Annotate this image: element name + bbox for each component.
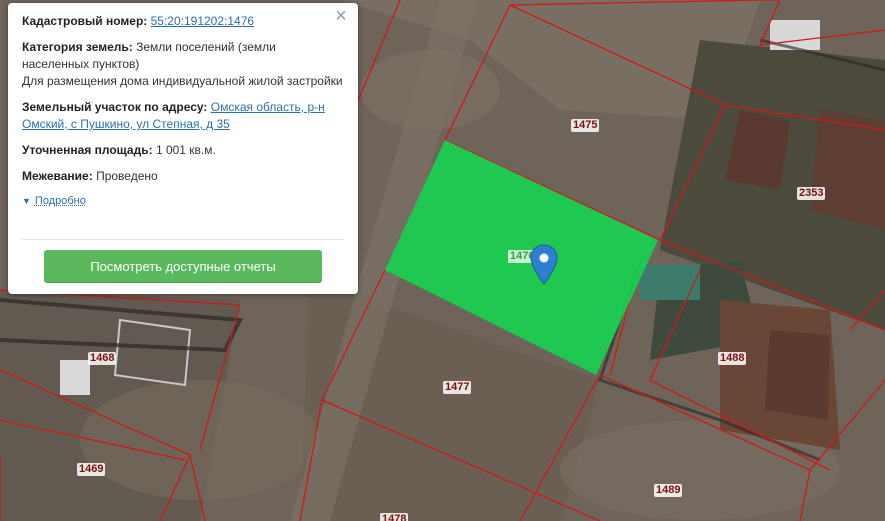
- details-link-label: Подробно: [34, 195, 86, 207]
- view-reports-button[interactable]: Посмотреть доступные отчеты: [44, 250, 322, 283]
- triangle-down-icon: ▼: [22, 196, 31, 206]
- area-label: Уточненная площадь:: [22, 143, 153, 157]
- parcel-info-popup: × Кадастровый номер: 55:20:191202:1476 К…: [8, 3, 358, 294]
- permitted-use-value: Для размещения дома индивидуальной жилой…: [22, 74, 343, 88]
- category-row: Категория земель: Земли поселений (земли…: [22, 39, 344, 73]
- parcel-label-1468: 1468: [88, 352, 117, 365]
- category-label: Категория земель:: [22, 40, 133, 54]
- survey-label: Межевание:: [22, 169, 93, 183]
- cadastral-number-link[interactable]: 55:20:191202:1476: [151, 14, 254, 28]
- address-row: Земельный участок по адресу: Омская обла…: [22, 99, 344, 133]
- survey-value: Проведено: [96, 169, 158, 183]
- area-row: Уточненная площадь: 1 001 кв.м.: [22, 142, 344, 159]
- details-link[interactable]: ▼ Подробно: [22, 193, 344, 210]
- parcel-label-1488: 1488: [718, 352, 747, 365]
- area-value: 1 001 кв.м.: [155, 143, 216, 157]
- parcel-label-1477: 1477: [443, 381, 472, 394]
- parcel-label-1478: 1478: [380, 513, 409, 521]
- parcel-label-1469: 1469: [77, 463, 106, 476]
- map-marker-icon[interactable]: [529, 244, 559, 286]
- survey-row: Межевание: Проведено: [22, 168, 344, 185]
- address-label: Земельный участок по адресу:: [22, 100, 208, 114]
- parcel-label-1475: 1475: [571, 119, 600, 132]
- parcel-label-2353: 2353: [797, 187, 826, 200]
- cadastral-number-label: Кадастровый номер:: [22, 14, 148, 28]
- cadastral-number-row: Кадастровый номер: 55:20:191202:1476: [22, 13, 344, 30]
- parcel-label-1489: 1489: [654, 484, 683, 497]
- close-icon[interactable]: ×: [332, 6, 350, 26]
- divider: [22, 239, 344, 240]
